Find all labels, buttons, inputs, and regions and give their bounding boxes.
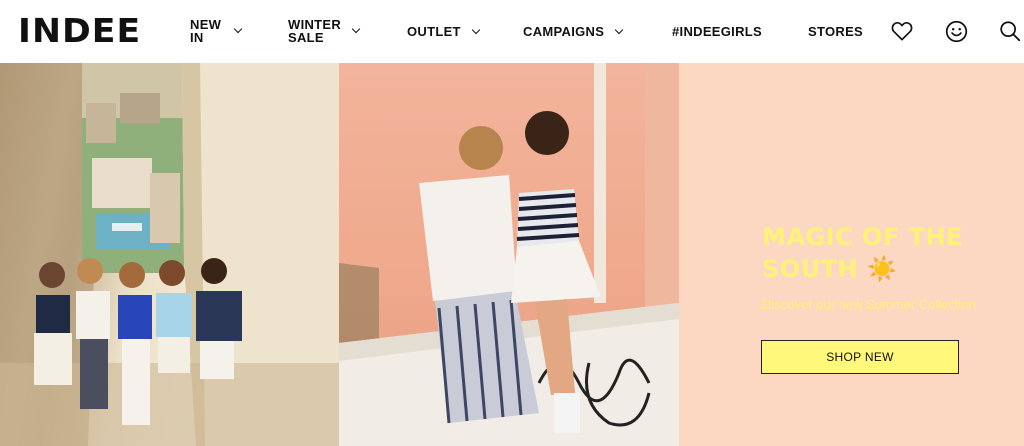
nav-stores-label: STORES xyxy=(808,24,864,39)
hero-banner: MAGIC OF THE SOUTH ☀️ Discover our new S… xyxy=(0,63,1024,446)
nav-outlet-label: OUTLET xyxy=(407,24,461,39)
shop-new-button[interactable]: SHOP NEW xyxy=(761,340,959,374)
nav-campaigns[interactable]: CAMPAIGNS xyxy=(523,24,624,39)
site-header: INDEE NEW IN WINTER SALE OUTLET CAMPAIGN… xyxy=(0,0,1024,63)
search-button[interactable] xyxy=(998,19,1022,43)
sun-emoji-icon: ☀️ xyxy=(867,255,898,283)
account-button[interactable] xyxy=(944,19,968,43)
brand-logo[interactable]: INDEE xyxy=(18,11,141,50)
nav-campaigns-label: CAMPAIGNS xyxy=(523,24,605,39)
two-girls-photo-illustration xyxy=(339,63,679,446)
heart-icon xyxy=(891,22,913,41)
search-icon xyxy=(1000,21,1021,42)
hero-photo-two-girls[interactable] xyxy=(339,63,679,446)
campaign-title: MAGIC OF THE SOUTH ☀️ xyxy=(762,221,1012,285)
nav-stores[interactable]: STORES xyxy=(808,25,863,38)
wishlist-button[interactable] xyxy=(890,19,914,43)
nav-winter-sale[interactable]: WINTER SALE xyxy=(288,18,361,44)
chevron-down-icon xyxy=(351,24,361,34)
chevron-down-icon xyxy=(233,24,243,34)
stairway-photo-illustration xyxy=(0,63,339,446)
nav-winter-sale-line2: SALE xyxy=(288,30,324,45)
campaign-promo-panel: MAGIC OF THE SOUTH ☀️ Discover our new S… xyxy=(679,63,1024,446)
chevron-down-icon xyxy=(471,25,481,34)
campaign-subtitle: Discover our new Summer Collection xyxy=(762,297,976,312)
nav-new-in[interactable]: NEW IN xyxy=(190,18,243,44)
nav-new-in-line2: IN xyxy=(190,30,204,45)
account-smiley-icon xyxy=(945,20,967,42)
hero-photo-group-stairs[interactable] xyxy=(0,63,339,446)
campaign-title-text: MAGIC OF THE SOUTH xyxy=(762,223,964,283)
nav-outlet[interactable]: OUTLET xyxy=(407,24,481,39)
nav-winter-sale-label: WINTER SALE xyxy=(288,18,341,44)
nav-new-in-label: NEW IN xyxy=(190,18,221,44)
nav-indeegirls-label: #INDEEGIRLS xyxy=(672,24,762,39)
nav-indeegirls[interactable]: #INDEEGIRLS xyxy=(672,25,762,38)
chevron-down-icon xyxy=(614,25,624,34)
